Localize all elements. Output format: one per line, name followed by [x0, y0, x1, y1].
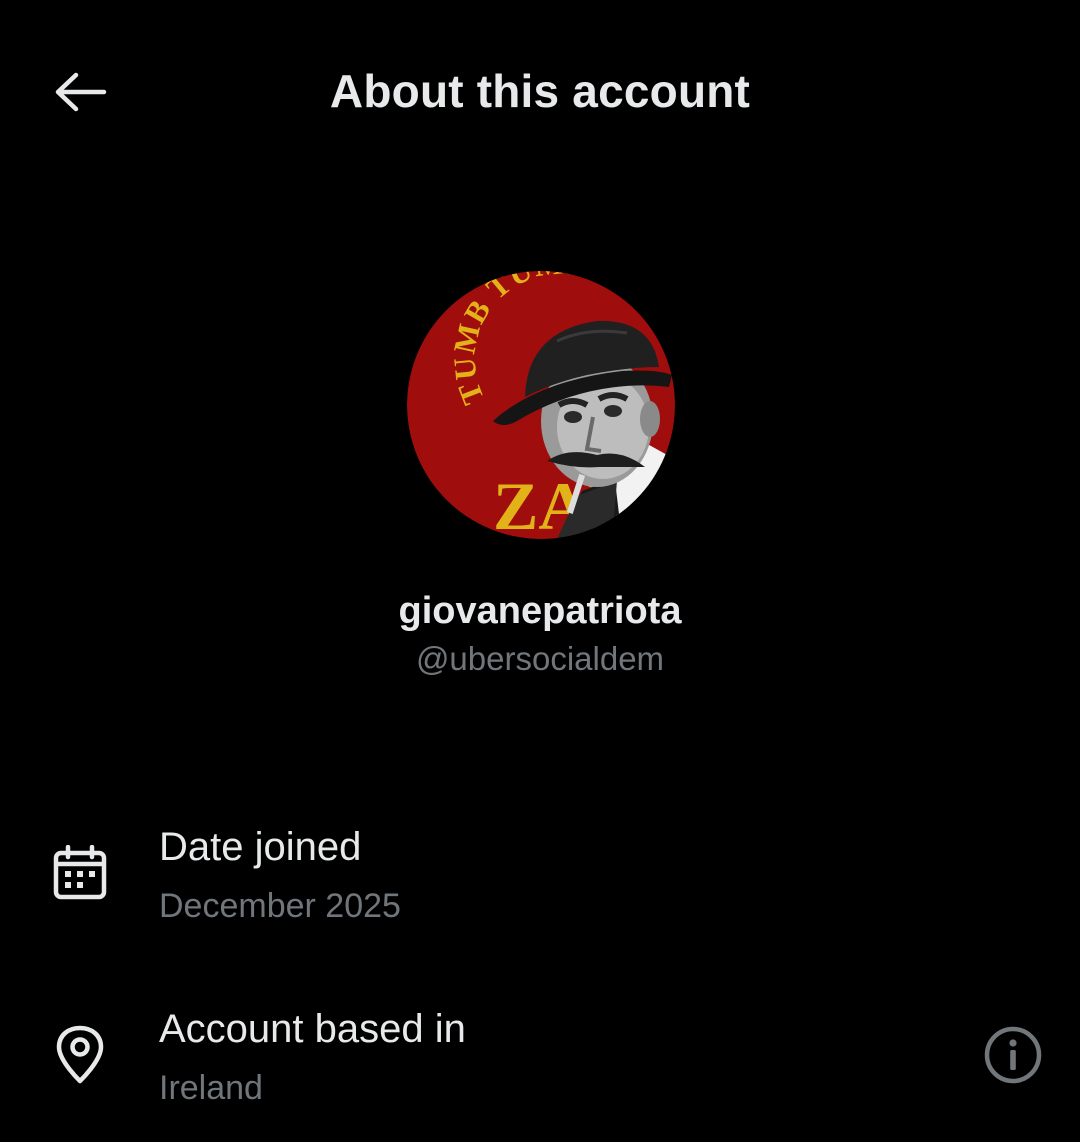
info-button[interactable] [980, 1022, 1046, 1088]
top-bar: About this account [0, 0, 1080, 180]
avatar-image: TUMB TUMB ZANG [407, 271, 675, 539]
location-pin-icon [50, 1025, 110, 1085]
date-joined-label: Date joined [159, 825, 362, 869]
display-name: giovanepatriota [398, 590, 682, 632]
user-handle: @ubersocialdem [415, 640, 665, 677]
avatar[interactable]: TUMB TUMB ZANG [407, 271, 675, 539]
date-joined-value: December 2025 [159, 887, 401, 925]
date-joined-row: Date joined December 2025 [0, 815, 1080, 945]
account-based-in-value: Ireland [159, 1069, 263, 1107]
account-based-in-label: Account based in [159, 1007, 466, 1051]
calendar-icon [50, 843, 110, 903]
page-title: About this account [329, 65, 751, 117]
info-icon [984, 1026, 1042, 1084]
account-location-row: Account based in Ireland [0, 997, 1080, 1127]
